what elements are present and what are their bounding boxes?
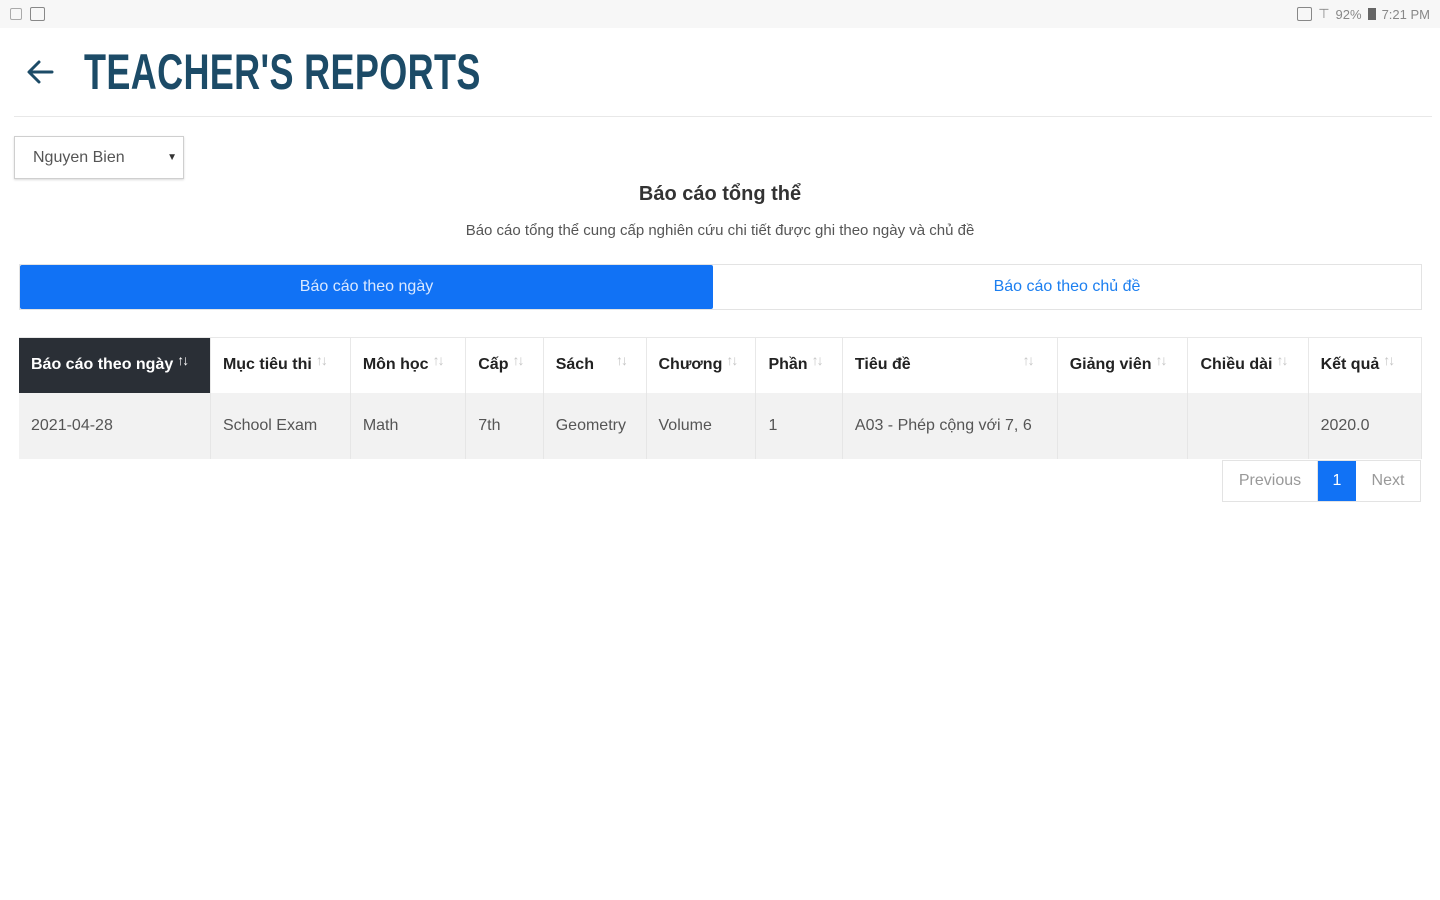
column-header-exam-goal[interactable]: Mục tiêu thi ↑↓	[210, 337, 351, 393]
cell-subject: Math	[350, 392, 467, 459]
sort-icon: ↑↓	[726, 352, 738, 369]
sort-icon: ↑↓	[1022, 352, 1035, 369]
battery-percent: 92%	[1335, 6, 1362, 22]
status-right: ⊤ 92% 7:21 PM	[1297, 6, 1430, 22]
column-header-result[interactable]: Kết quả ↑↓	[1308, 337, 1422, 393]
cell-length	[1187, 392, 1309, 459]
screenshot-icon	[30, 7, 45, 21]
next-page-button[interactable]: Next	[1356, 461, 1420, 501]
column-header-length[interactable]: Chiều dài ↑↓	[1187, 337, 1309, 393]
cell-exam-goal: School Exam	[210, 392, 351, 459]
sort-icon: ↑↓	[315, 352, 328, 369]
cell-book: Geometry	[543, 392, 647, 459]
sort-icon: ↑↓	[432, 352, 445, 369]
column-header-date[interactable]: Báo cáo theo ngày ↑↓	[19, 337, 211, 393]
page-title: TEACHER'S REPORTS	[84, 44, 481, 100]
back-arrow-icon	[27, 60, 54, 84]
cell-title: A03 - Phép cộng với 7, 6	[842, 392, 1058, 459]
caret-down-icon: ▼	[167, 152, 177, 163]
wifi-icon: ⊤	[1318, 6, 1330, 21]
column-header-part[interactable]: Phần ↑↓	[755, 337, 843, 393]
section-description: Báo cáo tổng thể cung cấp nghiên cứu chi…	[465, 222, 975, 239]
header-divider	[14, 116, 1432, 117]
previous-page-button[interactable]: Previous	[1223, 461, 1318, 501]
report-table-container[interactable]: Báo cáo theo ngày ↑↓ Mục tiêu thi ↑↓ Môn h…	[19, 337, 1422, 459]
column-header-instructor[interactable]: Giảng viên ↑↓	[1057, 337, 1189, 393]
sort-icon: ↑↓	[177, 352, 189, 369]
section-title: Báo cáo tổng thể	[638, 183, 802, 205]
report-tabs: Báo cáo theo ngày Báo cáo theo chủ đề	[19, 264, 1422, 310]
report-table: Báo cáo theo ngày ↑↓ Mục tiêu thi ↑↓ Môn h…	[19, 337, 1422, 459]
sort-icon: ↑↓	[811, 352, 824, 369]
table-row[interactable]: 2021-04-28 School Exam Math 7th Geometry…	[19, 392, 1422, 459]
cell-date: 2021-04-28	[19, 392, 211, 459]
sort-icon: ↑↓	[1155, 352, 1168, 369]
column-header-level[interactable]: Cấp ↑↓	[465, 337, 544, 393]
back-button[interactable]	[22, 54, 58, 90]
pagination: Previous 1 Next	[1222, 460, 1421, 502]
battery-icon	[1367, 8, 1376, 20]
teacher-select[interactable]: Nguyen Bien ▼	[14, 136, 184, 179]
tab-daily-report[interactable]: Báo cáo theo ngày	[20, 265, 713, 309]
column-header-chapter[interactable]: Chương ↑↓	[646, 337, 757, 393]
status-left	[10, 7, 45, 21]
sort-icon: ↑↓	[1383, 352, 1395, 369]
cell-part: 1	[755, 392, 843, 459]
column-header-book[interactable]: Sách ↑↓	[543, 337, 647, 393]
header: TEACHER'S REPORTS	[0, 28, 1440, 118]
cell-level: 7th	[465, 392, 544, 459]
column-header-title[interactable]: Tiêu đề ↑↓	[842, 337, 1058, 393]
notification-icon	[10, 8, 22, 20]
clock: 7:21 PM	[1381, 6, 1430, 22]
cast-icon	[1297, 7, 1313, 21]
sort-icon: ↑↓	[1276, 352, 1288, 369]
page-1-button[interactable]: 1	[1318, 461, 1356, 501]
cell-result: 2020.0	[1308, 392, 1422, 459]
sort-icon: ↑↓	[512, 352, 524, 369]
table-header-row: Báo cáo theo ngày ↑↓ Mục tiêu thi ↑↓ Môn h…	[19, 337, 1422, 393]
column-header-subject[interactable]: Môn học ↑↓	[350, 337, 467, 393]
sort-icon: ↑↓	[615, 352, 628, 369]
cell-instructor	[1057, 392, 1189, 459]
tab-topic-report[interactable]: Báo cáo theo chủ đề	[713, 265, 1421, 309]
cell-chapter: Volume	[646, 392, 757, 459]
status-bar: ⊤ 92% 7:21 PM	[0, 0, 1440, 28]
teacher-select-value: Nguyen Bien	[33, 148, 125, 166]
